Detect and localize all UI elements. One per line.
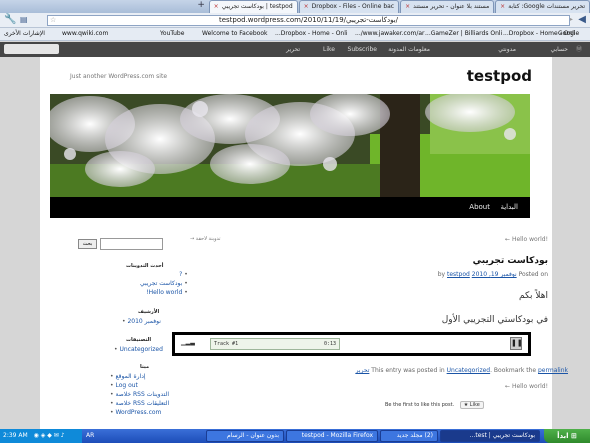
menu-item-home[interactable]: البداية	[500, 197, 518, 218]
close-tab-icon[interactable]: ×	[500, 3, 505, 10]
taskbar: ⊞ ابدأ بودكاست تجريبي | test... (2) مجلد…	[0, 429, 590, 443]
clock[interactable]: 2:39 AM	[3, 432, 28, 439]
bookmark-item[interactable]: Google	[558, 28, 579, 40]
header-image	[50, 94, 530, 197]
wordpress-logo-icon[interactable]: Ⓦ	[576, 42, 582, 57]
taskbar-item[interactable]: testpod - Mozilla Firefox	[286, 430, 378, 442]
browser-tab[interactable]: تحرير مستندات Google: كتابة×	[495, 0, 590, 13]
bookmark-star-icon[interactable]: ☆	[50, 16, 56, 25]
close-tab-icon[interactable]: ×	[405, 3, 410, 10]
site-title[interactable]: testpod	[467, 67, 532, 85]
taskbar-item[interactable]: (2) مجلد جديد	[380, 430, 438, 442]
language-indicator[interactable]: AR	[86, 430, 94, 442]
other-bookmarks[interactable]: الإشارات الأخرى	[4, 28, 45, 40]
tray-icons[interactable]: ◉ ◈ ◆ ✉ ♪	[34, 432, 65, 439]
navigation-bar: ◀ ▶ ↻ ☆ testpod.wordpress.com/2010/11/19…	[0, 13, 590, 28]
menu-item-about[interactable]: About	[469, 197, 490, 218]
start-button[interactable]: ⊞ ابدأ	[544, 429, 590, 443]
new-tab-icon[interactable]: +	[195, 0, 208, 12]
admin-edit[interactable]: تحرير	[286, 42, 300, 57]
windows-logo-icon: ⊞	[568, 432, 577, 440]
wp-admin-bar: Ⓦ حسابي مدونتي معلومات المدونة Subscribe…	[0, 42, 590, 57]
browser-tab[interactable]: مستند بلا عنوان - تحرير مستند×	[400, 0, 495, 13]
bookmark-item[interactable]: GameZer | Billiards Onli...	[425, 28, 502, 40]
bookmark-item[interactable]: Dropbox - Home - Onli...	[275, 28, 348, 40]
admin-my-account[interactable]: حسابي	[550, 42, 568, 57]
close-tab-icon[interactable]: ×	[304, 3, 309, 10]
blog-page: testpod Just another WordPress.com site	[40, 57, 552, 429]
admin-like[interactable]: Like	[323, 42, 335, 57]
bookmarks-bar: www.qwiki.com YouTube Welcome to Faceboo…	[0, 28, 590, 41]
main-menu: البداية About	[50, 197, 530, 218]
taskbar-item[interactable]: بودكاست تجريبي | test...	[440, 430, 540, 442]
site-tagline: Just another WordPress.com site	[70, 73, 168, 80]
wrench-icon[interactable]: 🔧	[4, 14, 16, 26]
browser-tab-active[interactable]: testpod | بودكاست تجريبي×	[208, 0, 298, 13]
back-icon[interactable]: ◀	[578, 14, 586, 26]
system-tray: 2:39 AM ◉ ◈ ◆ ✉ ♪	[0, 429, 82, 443]
browser-tab[interactable]: Dropbox - Files - Online bac×	[298, 0, 400, 13]
bookmark-item[interactable]: www.jawaker.com/ar/...	[355, 28, 425, 40]
admin-my-blogs[interactable]: مدونتي	[498, 42, 516, 57]
bookmark-item[interactable]: Welcome to Facebook	[202, 28, 267, 40]
bookmark-item[interactable]: www.qwiki.com	[62, 28, 108, 40]
admin-subscribe[interactable]: Subscribe	[348, 42, 377, 57]
previous-post-link[interactable]: ← Hello world!	[505, 236, 548, 243]
address-bar[interactable]: ☆ testpod.wordpress.com/2010/11/19/بودكا…	[47, 15, 570, 26]
page-icon[interactable]: ▤	[20, 14, 28, 26]
browser-tab-bar: تحرير مستندات Google: كتابة× مستند بلا ع…	[0, 0, 590, 13]
bookmark-item[interactable]: YouTube	[160, 28, 184, 40]
admin-blog-info[interactable]: معلومات المدونة	[388, 42, 430, 57]
close-tab-icon[interactable]: ×	[214, 3, 219, 10]
taskbar-item[interactable]: بدون عنوان - الرسام	[206, 430, 284, 442]
